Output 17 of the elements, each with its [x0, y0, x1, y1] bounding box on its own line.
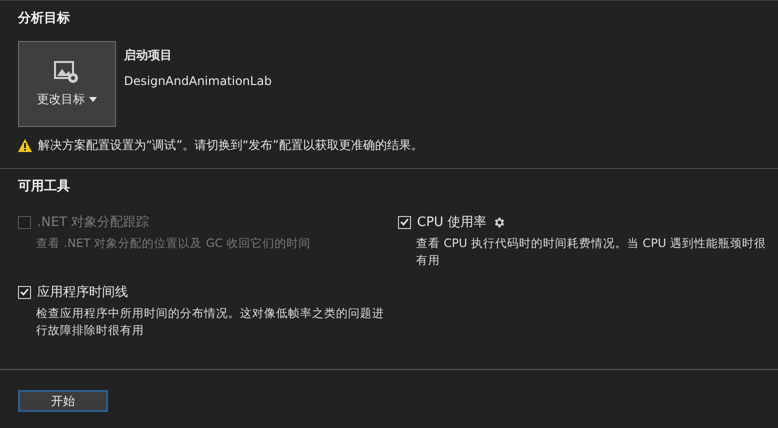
- tool-name: 应用程序时间线: [37, 284, 128, 301]
- tool-description: 查看 .NET 对象分配的位置以及 GC 收回它们的时间: [35, 235, 312, 252]
- tool-name: CPU 使用率: [417, 214, 487, 231]
- settings-icon[interactable]: [492, 216, 506, 228]
- project-name: DesignAndAnimationLab: [124, 74, 272, 88]
- tool-name: .NET 对象分配跟踪: [37, 214, 150, 231]
- warning-icon: [18, 139, 32, 152]
- warning-text: 解决方案配置设置为“调试”。请切换到“发布”配置以获取更准确的结果。: [38, 137, 423, 154]
- startup-heading: 启动项目: [124, 47, 173, 64]
- image-gear-icon: [54, 60, 80, 84]
- tool-description: 检查应用程序中所用时间的分布情况。这对像低帧率之类的问题进行故障排除时很有用: [35, 305, 385, 339]
- change-target-button[interactable]: 更改目标: [18, 41, 116, 127]
- caret-icon: [89, 96, 97, 102]
- start-button[interactable]: 开始: [18, 390, 108, 412]
- section-title: 可用工具: [18, 178, 71, 196]
- section-title: 分析目标: [18, 10, 71, 28]
- tool-description: 查看 CPU 执行代码时的时间耗费情况。当 CPU 遇到性能瓶颈时很有用: [415, 235, 767, 269]
